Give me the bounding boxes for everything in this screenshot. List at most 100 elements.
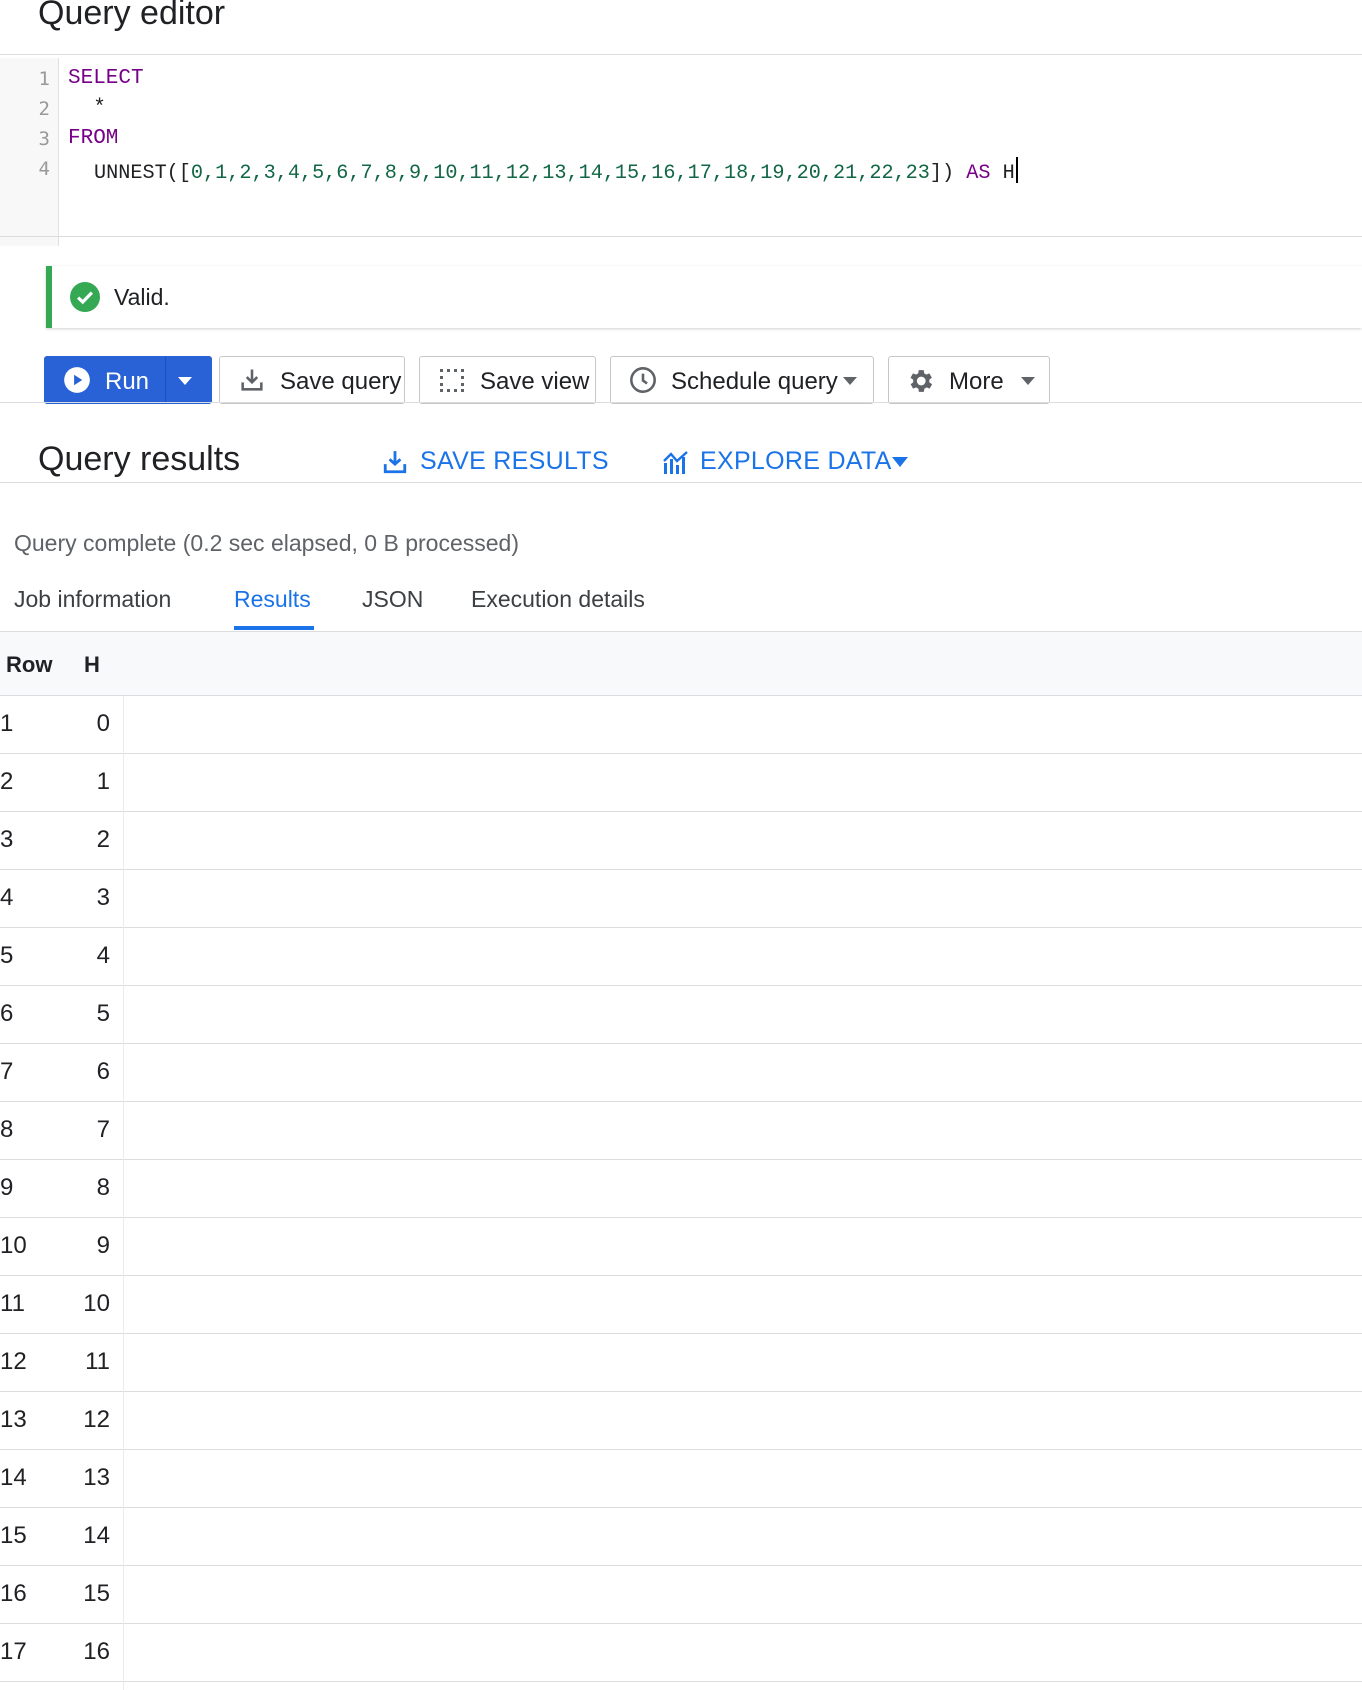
row-number-cell: 1 — [0, 710, 14, 737]
table-row: 17 16 — [0, 1624, 1362, 1682]
code-editor[interactable]: 1 2 3 4 SELECT * FROM UNNEST([0,1,2,3,4,… — [0, 58, 1362, 246]
keyword-from: FROM — [68, 127, 119, 150]
table-row: 32 — [0, 812, 1362, 870]
row-number-cell: 5 — [0, 942, 14, 969]
h-value-cell: 9 — [96, 1232, 110, 1259]
more-label: More — [949, 368, 1004, 395]
text-cursor — [1015, 157, 1018, 183]
check-circle-icon — [70, 282, 100, 312]
grid-dots-icon — [440, 369, 464, 392]
row-number-cell: 8 — [0, 1116, 14, 1143]
table-row: 13 12 — [0, 1392, 1362, 1450]
row-number-cell: 9 — [0, 1174, 14, 1201]
table-row: 76 — [0, 1044, 1362, 1102]
code-line-4[interactable]: UNNEST([0,1,2,3,4,5,6,7,8,9,10,11,12,13,… — [94, 157, 1018, 185]
closing-brackets: ]) — [929, 162, 955, 185]
play-circle-icon — [64, 367, 90, 393]
active-tab-indicator — [234, 626, 314, 630]
h-value-cell: 3 — [96, 884, 110, 911]
schedule-query-label: Schedule query — [671, 368, 838, 395]
row-number-cell: 16 — [0, 1580, 27, 1607]
run-button[interactable]: Run — [44, 356, 212, 404]
row-number-cell: 15 — [0, 1522, 27, 1549]
divider — [0, 54, 1362, 55]
query-editor-title: Query editor — [38, 0, 226, 32]
line-number: 1 — [38, 68, 50, 90]
download-icon — [241, 369, 263, 391]
tab-json[interactable]: JSON — [362, 586, 423, 613]
row-number-cell: 7 — [0, 1058, 14, 1085]
save-query-label: Save query — [280, 368, 402, 395]
row-number-cell: 17 — [0, 1638, 27, 1665]
table-row: 98 — [0, 1160, 1362, 1218]
validation-banner: Valid. — [46, 266, 1362, 328]
download-icon — [383, 451, 407, 474]
table-row: 10 9 — [0, 1218, 1362, 1276]
keyword-as: AS — [966, 162, 991, 185]
divider — [0, 236, 1362, 237]
code-line-2[interactable]: * — [68, 97, 106, 120]
h-value-cell: 16 — [83, 1638, 110, 1665]
query-status: Query complete (0.2 sec elapsed, 0 B pro… — [14, 530, 519, 556]
line-number: 2 — [38, 98, 50, 120]
table-row: 65 — [0, 986, 1362, 1044]
h-value-cell: 8 — [96, 1174, 110, 1201]
table-row: 43 — [0, 870, 1362, 928]
h-value-cell: 6 — [96, 1058, 110, 1085]
table-row: 12 11 — [0, 1334, 1362, 1392]
table-row: 14 13 — [0, 1450, 1362, 1508]
save-results-label: SAVE RESULTS — [420, 447, 609, 475]
table-row: 21 — [0, 754, 1362, 812]
row-number-cell: 3 — [0, 826, 14, 853]
tab-results[interactable]: Results — [234, 586, 311, 613]
h-value-cell: 11 — [85, 1348, 110, 1375]
row-number-cell: 12 — [0, 1348, 27, 1375]
h-value-cell: 4 — [96, 942, 110, 969]
table-row: 54 — [0, 928, 1362, 986]
save-query-button[interactable]: Save query — [219, 356, 405, 404]
divider — [0, 482, 1362, 483]
code-line-1[interactable]: SELECT — [68, 67, 144, 90]
schedule-query-button[interactable]: Schedule query — [610, 356, 874, 404]
row-number-cell: 4 — [0, 884, 14, 911]
chevron-down-icon — [843, 377, 857, 385]
table-header: Row H — [0, 632, 1362, 696]
h-value-cell: 2 — [96, 826, 110, 853]
table-row: 16 15 — [0, 1566, 1362, 1624]
h-value-cell: 14 — [83, 1522, 110, 1549]
alias-name: H — [1002, 162, 1015, 185]
more-button[interactable]: More — [888, 356, 1050, 404]
table-row: 10 — [0, 696, 1362, 754]
line-number-gutter: 1 2 3 4 — [0, 58, 59, 246]
h-value-cell: 0 — [96, 710, 110, 737]
tab-execution-details[interactable]: Execution details — [471, 586, 645, 613]
chevron-down-icon[interactable] — [175, 375, 195, 387]
row-number-cell: 6 — [0, 1000, 14, 1027]
row-number-cell: 10 — [0, 1232, 27, 1259]
line-number: 3 — [38, 128, 50, 150]
save-view-button[interactable]: Save view — [419, 356, 596, 404]
table-row: 11 10 — [0, 1276, 1362, 1334]
table-row: 15 14 — [0, 1508, 1362, 1566]
run-label: Run — [105, 368, 150, 395]
row-number-cell: 2 — [0, 768, 14, 795]
row-number-cell: 14 — [0, 1464, 27, 1491]
code-line-3[interactable]: FROM — [68, 127, 118, 150]
h-value-cell: 5 — [96, 1000, 110, 1027]
validation-text: Valid. — [114, 284, 170, 310]
row-number-cell: 11 — [0, 1290, 25, 1317]
tab-job-information[interactable]: Job information — [14, 586, 171, 613]
h-value-cell: 1 — [96, 768, 110, 795]
select-star: * — [93, 97, 106, 120]
row-number-cell: 13 — [0, 1406, 27, 1433]
keyword-select: SELECT — [68, 67, 144, 90]
column-divider — [123, 696, 124, 1690]
split-divider — [165, 357, 166, 403]
explore-data-label: EXPLORE DATA — [700, 447, 892, 475]
column-header-h[interactable]: H — [84, 652, 100, 678]
h-value-cell: 12 — [83, 1406, 110, 1433]
save-view-label: Save view — [480, 368, 590, 395]
h-value-cell: 13 — [83, 1464, 110, 1491]
clock-icon — [630, 367, 656, 393]
array-values: 0,1,2,3,4,5,6,7,8,9,10,11,12,13,14,15,16… — [190, 162, 930, 185]
